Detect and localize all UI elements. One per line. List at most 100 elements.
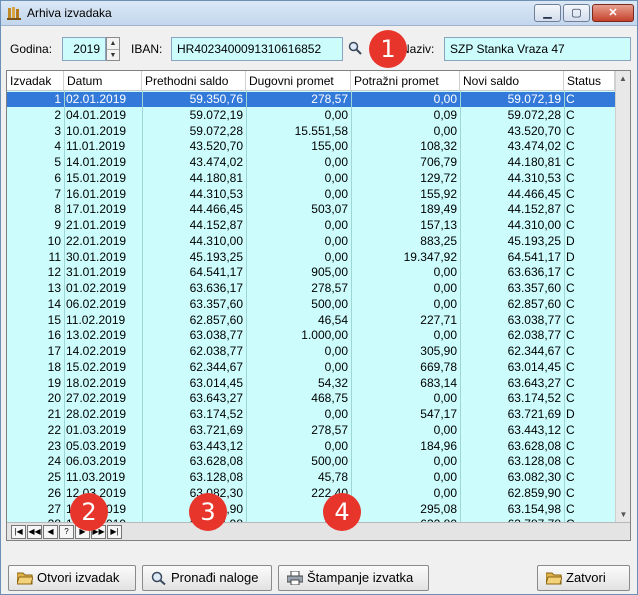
column-separator	[246, 91, 247, 522]
cell-dugovni-promet: 0,00	[324, 107, 348, 122]
cell-datum: 02.01.2019	[66, 92, 127, 106]
table-row[interactable]: 22 01.03.2019 63.721,69 278,57 0,00 63.443,12…	[7, 423, 615, 438]
cell-prethodni-saldo: 63.174,52	[189, 407, 243, 421]
table-row[interactable]: 7 16.01.2019 44.310,53 0,00 155,92 44.466,45 C	[7, 187, 615, 202]
column-header-prethodni-saldo[interactable]: Prethodni saldo	[142, 71, 246, 91]
column-header-dugovni-promet[interactable]: Dugovni promet	[246, 71, 351, 91]
statements-grid[interactable]: Izvadak Datum Prethodni saldo Dugovni prome…	[6, 70, 631, 541]
minimize-button[interactable]: ▁	[534, 4, 561, 22]
cell-status: C	[566, 391, 575, 406]
cell-potrazni-promet: 883,25	[420, 233, 457, 248]
cell-izvadak: 10	[47, 233, 61, 248]
cell-datum: 13.02.2019	[66, 328, 127, 343]
year-spinner[interactable]: ▲ ▼	[106, 37, 120, 61]
table-row[interactable]: 10 22.01.2019 44.310,00 0,00 883,25 45.193,25…	[7, 234, 615, 249]
table-row[interactable]: 16 13.02.2019 63.038,77 1.000,00 0,00 62.038,…	[7, 328, 615, 343]
table-row[interactable]: 25 11.03.2019 63.128,08 45,78 0,00 63.082,30 C	[7, 470, 615, 485]
cell-dugovni-promet: 905,00	[311, 265, 348, 280]
close-window-button[interactable]: ✕	[592, 4, 634, 22]
cell-datum: 06.02.2019	[66, 296, 127, 311]
cell-dugovni-promet: 503,07	[311, 202, 348, 217]
cell-dugovni-promet: 0,00	[324, 438, 348, 453]
search-icon[interactable]	[348, 41, 362, 55]
cell-datum: 17.01.2019	[66, 202, 127, 217]
find-orders-button[interactable]: Pronađi naloge	[142, 565, 272, 591]
scroll-down-icon[interactable]: ▼	[616, 507, 630, 522]
cell-izvadak: 27	[47, 501, 61, 516]
prev-record-icon[interactable]: ◀	[43, 525, 58, 539]
table-row[interactable]: 3 10.01.2019 59.072,28 15.551,58 0,00 43.520,…	[7, 124, 615, 139]
column-separator	[564, 91, 565, 522]
cell-datum: 10.01.2019	[66, 123, 127, 138]
table-row[interactable]: 18 15.02.2019 62.344,67 0,00 669,78 63.014,45…	[7, 360, 615, 375]
table-row[interactable]: 17 14.02.2019 62.038,77 0,00 305,90 62.344,67…	[7, 344, 615, 359]
column-header-datum[interactable]: Datum	[64, 71, 142, 91]
table-row[interactable]: 14 06.02.2019 63.357,60 500,00 0,00 62.857,60…	[7, 297, 615, 312]
cell-prethodni-saldo: 44.310,00	[189, 233, 243, 248]
column-header-izvadak[interactable]: Izvadak	[7, 71, 64, 91]
cell-novi-saldo: 63.154,98	[507, 501, 561, 516]
table-row[interactable]: 12 31.01.2019 64.541,17 905,00 0,00 63.636,17…	[7, 265, 615, 280]
cell-izvadak: 7	[54, 186, 61, 201]
callout-badge: 2	[70, 493, 108, 531]
table-row[interactable]: 19 18.02.2019 63.014,45 54,32 683,14 63.643,2…	[7, 376, 615, 391]
prev-page-icon[interactable]: ◀◀	[27, 525, 42, 539]
cell-dugovni-promet: 0,00	[324, 359, 348, 374]
name-field[interactable]: SZP Stanka Vraza 47	[444, 37, 631, 61]
cell-novi-saldo: 63.628,08	[507, 438, 561, 453]
cell-datum: 11.02.2019	[66, 312, 126, 327]
table-row[interactable]: 20 27.02.2019 63.643,27 468,75 0,00 63.174,52…	[7, 391, 615, 406]
title-bar: Arhiva izvadaka ▁ ▢ ✕	[1, 1, 637, 26]
vertical-scrollbar[interactable]: ▲ ▼	[615, 71, 630, 522]
table-row[interactable]: 2 04.01.2019 59.072,19 0,00 0,09 59.072,28 C	[7, 108, 615, 123]
first-record-icon[interactable]: |◀	[11, 525, 26, 539]
table-row[interactable]: 8 17.01.2019 44.466,45 503,07 189,49 44.152,8…	[7, 202, 615, 217]
table-row[interactable]: 13 01.02.2019 63.636,17 278,57 0,00 63.357,60…	[7, 281, 615, 296]
cell-status: C	[566, 328, 575, 343]
table-row[interactable]: 6 15.01.2019 44.180,81 0,00 129,72 44.310,53 C	[7, 171, 615, 186]
table-row[interactable]: 23 05.03.2019 63.443,12 0,00 184,96 63.628,08…	[7, 439, 615, 454]
column-header-novi-saldo[interactable]: Novi saldo	[460, 71, 564, 91]
table-row[interactable]: 1 02.01.2019 59.350,76 278,57 0,00 59.072,19 C	[7, 92, 615, 107]
table-row[interactable]: 21 28.02.2019 63.174,52 0,00 547,17 63.721,69…	[7, 407, 615, 422]
spin-down-icon[interactable]: ▼	[107, 49, 119, 60]
table-row[interactable]: 5 14.01.2019 43.474,02 0,00 706,79 44.180,81 C	[7, 155, 615, 170]
spin-up-icon[interactable]: ▲	[107, 38, 119, 49]
cell-prethodni-saldo: 63.628,08	[189, 454, 243, 469]
callout-badge: 4	[323, 493, 361, 531]
cell-datum: 04.01.2019	[66, 107, 127, 122]
column-separator	[351, 91, 352, 522]
open-statement-button[interactable]: Otvori izvadak	[8, 565, 136, 591]
column-header-status[interactable]: Status	[564, 71, 615, 91]
cell-prethodni-saldo: 62.857,60	[189, 312, 243, 327]
cell-status: C	[566, 501, 575, 516]
maximize-button[interactable]: ▢	[563, 4, 590, 22]
search-icon	[151, 571, 166, 585]
cell-potrazni-promet: 0,00	[433, 454, 457, 469]
table-row[interactable]: 24 06.03.2019 63.628,08 500,00 0,00 63.128,08…	[7, 454, 615, 469]
print-statement-button[interactable]: Štampanje izvatka	[278, 565, 429, 591]
scroll-up-icon[interactable]: ▲	[616, 71, 630, 86]
cell-dugovni-promet: 0,00	[324, 155, 348, 169]
cell-novi-saldo: 62.857,60	[507, 296, 561, 311]
table-row[interactable]: 11 30.01.2019 45.193,25 0,00 19.347,92 64.541…	[7, 250, 615, 265]
column-header-potrazni-promet[interactable]: Potražni promet	[351, 71, 460, 91]
last-record-icon[interactable]: ▶|	[107, 525, 122, 539]
table-row[interactable]: 9 21.01.2019 44.152,87 0,00 157,13 44.310,00 C	[7, 218, 615, 233]
cell-prethodni-saldo: 59.350,76	[189, 92, 243, 106]
cell-prethodni-saldo: 44.180,81	[189, 170, 243, 185]
cell-status: C	[566, 139, 575, 154]
table-row[interactable]: 15 11.02.2019 62.857,60 46,54 227,71 63.038,7…	[7, 313, 615, 328]
close-button[interactable]: Zatvori	[537, 565, 630, 591]
help-icon[interactable]: ?	[59, 525, 74, 539]
year-field[interactable]: 2019	[62, 37, 106, 61]
cell-dugovni-promet: 0,00	[324, 218, 348, 232]
table-row[interactable]: 4 11.01.2019 43.520,70 155,00 108,32 43.474,0…	[7, 139, 615, 154]
iban-field[interactable]: HR4023400091310616852	[171, 37, 343, 61]
cell-status: C	[566, 218, 575, 232]
cell-dugovni-promet: 0,00	[324, 249, 348, 264]
cell-prethodni-saldo: 63.443,12	[189, 438, 243, 453]
cell-potrazni-promet: 547,17	[420, 407, 457, 421]
cell-status: C	[566, 359, 575, 374]
cell-dugovni-promet: 46,54	[317, 312, 348, 327]
